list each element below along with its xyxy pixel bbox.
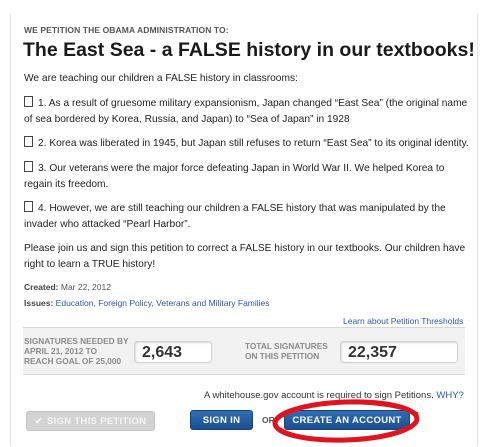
why-link[interactable]: WHY? [436,390,463,401]
box-glyph-icon [24,201,33,212]
total-signatures-label-line: ON THIS PETITION [245,351,320,361]
point-text: 2. Korea was liberated in 1945, but Japa… [38,138,469,149]
sign-petition-label: SIGN THIS PETITION [46,416,147,427]
signatures-needed-label: SIGNATURES NEEDED BY APRIL 21, 2012 TO R… [24,336,129,366]
box-glyph-icon [24,136,33,147]
issues-links[interactable]: Education, Foreign Policy, Veterans and … [56,298,270,308]
sign-petition-button[interactable]: ✔ SIGN THIS PETITION [26,411,155,431]
issues-label: Issues: [24,298,54,308]
signatures-needed-label-line: SIGNATURES NEEDED BY [24,336,129,346]
box-glyph-icon [24,161,33,172]
issues-line: Issues: Education, Foreign Policy, Veter… [24,298,270,308]
petition-title: The East Sea - a FALSE history in our te… [23,39,475,61]
petition-closing: Please join us and sign this petition to… [24,243,466,270]
petition-intro: We are teaching our children a FALSE his… [24,73,298,84]
created-line: Created: Mar 22, 2012 [24,282,111,292]
signature-stats-bar: SIGNATURES NEEDED BY APRIL 21, 2012 TO R… [23,327,465,375]
sign-in-button[interactable]: SIGN IN [190,410,253,430]
petition-point-2: 2. Korea was liberated in 1945, but Japa… [24,136,470,152]
create-account-button[interactable]: CREATE AN ACCOUNT [284,410,410,430]
or-separator: OR [262,415,275,425]
signatures-needed-label-line: APRIL 21, 2012 TO [24,346,98,356]
point-text: 1. As a result of gruesome military expa… [24,98,468,125]
total-signatures-label-line: TOTAL SIGNATURES [245,341,328,351]
box-glyph-icon [24,96,33,107]
signatures-needed-label-line: REACH GOAL OF 25,000 [24,356,122,366]
point-text: 3. Our veterans were the major force def… [24,163,445,190]
checkmark-icon: ✔ [34,416,43,427]
total-signatures-label: TOTAL SIGNATURES ON THIS PETITION [245,341,328,361]
petition-point-1: 1. As a result of gruesome military expa… [24,96,470,128]
total-signatures-value: 22,357 [340,341,458,363]
point-text: 4. However, we are still teaching our ch… [24,203,446,230]
created-label: Created: [24,282,59,292]
signatures-needed-value: 2,643 [134,341,212,363]
account-note-text: A whitehouse.gov account is required to … [204,390,434,401]
petition-kicker: WE PETITION THE OBAMA ADMINISTRATION TO: [24,25,229,35]
petition-thresholds-link[interactable]: Learn about Petition Thresholds [343,316,463,326]
petition-point-4: 4. However, we are still teaching our ch… [24,201,470,233]
account-required-note: A whitehouse.gov account is required to … [204,390,464,401]
petition-point-3: 3. Our veterans were the major force def… [24,161,470,193]
created-date: Mar 22, 2012 [60,282,111,292]
